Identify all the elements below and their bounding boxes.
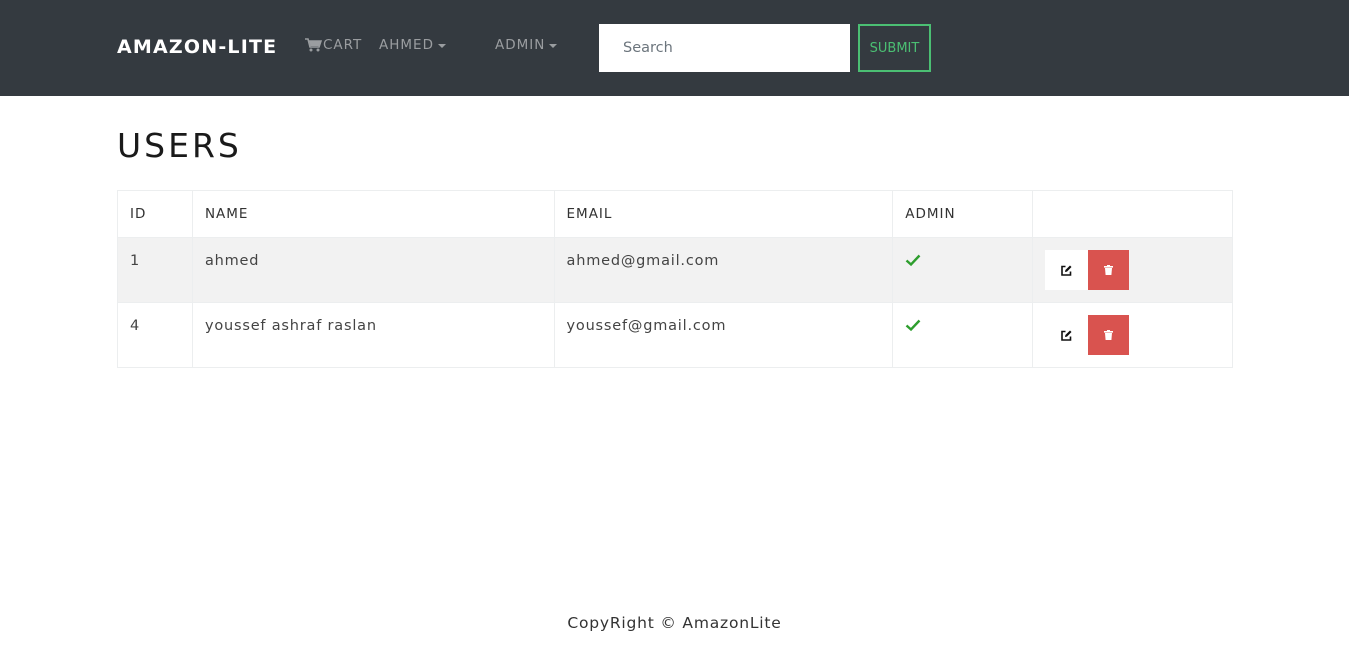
user-email-cell: ahmed@gmail.com — [553, 237, 894, 303]
nav-cart-label: CART — [323, 37, 363, 53]
user-name-cell: ahmed — [191, 237, 555, 303]
delete-user-button[interactable] — [1088, 315, 1130, 355]
column-header-admin: ADMIN — [892, 190, 1034, 238]
user-id-cell: 1 — [117, 237, 193, 303]
edit-user-button[interactable] — [1045, 250, 1089, 290]
trash-icon — [1104, 265, 1114, 275]
shopping-cart-icon — [305, 38, 322, 52]
admin-menu-dropdown[interactable]: ADMIN — [495, 37, 558, 53]
user-admin-cell — [892, 302, 1034, 368]
admin-menu-label: ADMIN — [495, 37, 546, 53]
nav-cart-link[interactable]: CART — [305, 37, 362, 53]
user-actions-cell — [1032, 237, 1233, 303]
column-header-name: NAME — [191, 190, 555, 238]
check-icon — [905, 319, 921, 332]
navbar: AMAZON-LITE CART AHMED ADMIN SUBMIT — [0, 0, 1349, 96]
user-actions-cell — [1032, 302, 1233, 368]
caret-down-icon — [437, 43, 446, 48]
edit-user-button[interactable] — [1045, 315, 1088, 355]
search-input[interactable] — [599, 24, 850, 72]
caret-down-icon — [549, 43, 558, 48]
edit-icon — [1061, 330, 1072, 341]
check-icon — [905, 254, 921, 267]
user-menu-dropdown[interactable]: AHMED — [379, 37, 446, 53]
user-menu-label: AHMED — [379, 37, 434, 53]
column-header-id: ID — [117, 190, 193, 238]
table-header-row: ID NAME EMAIL ADMIN — [117, 190, 1233, 238]
edit-icon — [1061, 265, 1072, 276]
users-table-container: ID NAME EMAIL ADMIN 1 ahmed ahmed@gmail.… — [117, 190, 1233, 368]
footer-copyright: CopyRight © AmazonLite — [567, 614, 782, 632]
brand-logo[interactable]: AMAZON-LITE — [117, 36, 277, 58]
delete-user-button[interactable] — [1088, 250, 1130, 290]
column-header-email: EMAIL — [553, 190, 894, 238]
user-admin-cell — [892, 237, 1034, 303]
search-submit-button[interactable]: SUBMIT — [858, 24, 931, 72]
user-id-cell: 4 — [117, 302, 193, 368]
column-header-actions — [1032, 190, 1233, 238]
user-name-cell: youssef ashraf raslan — [191, 302, 555, 368]
page-title: USERS — [117, 126, 242, 165]
table-row: 4 youssef ashraf raslan youssef@gmail.co… — [117, 302, 1233, 368]
trash-icon — [1104, 330, 1114, 340]
users-table: ID NAME EMAIL ADMIN 1 ahmed ahmed@gmail.… — [117, 190, 1233, 368]
user-email-cell: youssef@gmail.com — [553, 302, 894, 368]
table-row: 1 ahmed ahmed@gmail.com — [117, 237, 1233, 303]
